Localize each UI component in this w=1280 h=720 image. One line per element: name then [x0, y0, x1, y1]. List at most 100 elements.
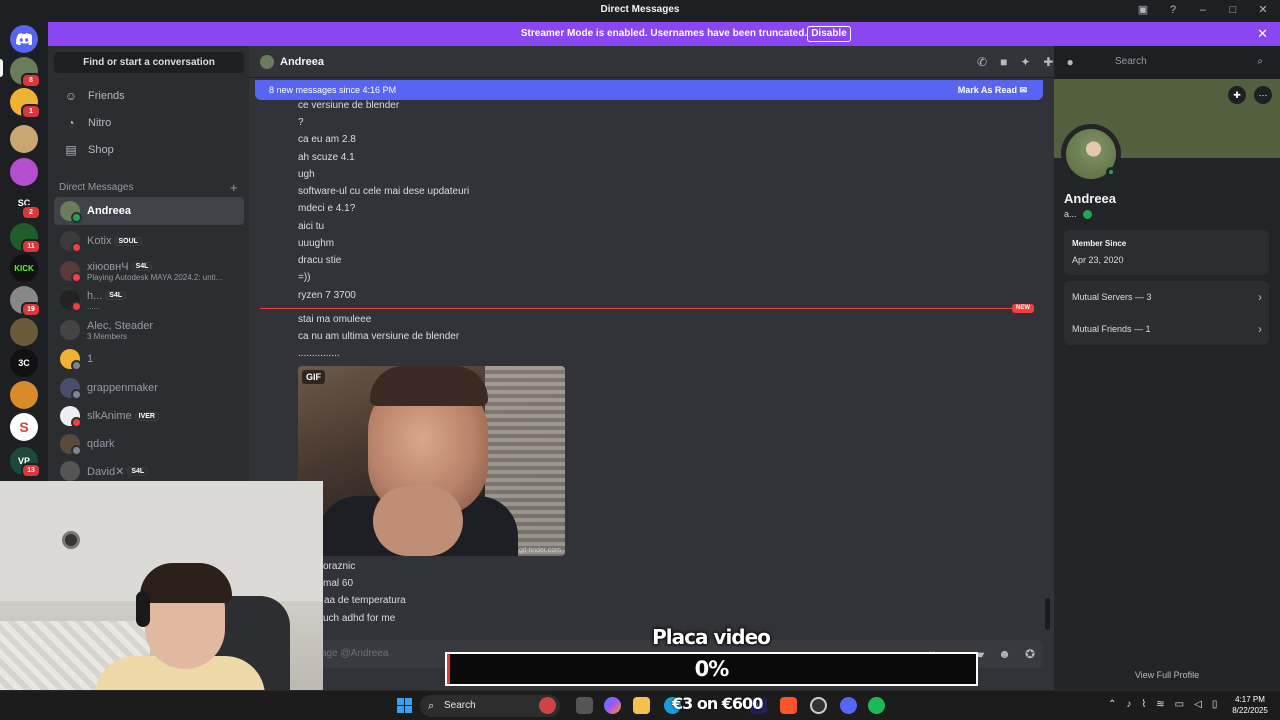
activities-icon[interactable]: ✪: [1025, 647, 1035, 662]
close-icon[interactable]: ✕: [1257, 26, 1268, 42]
message-text: mal 60: [323, 578, 354, 589]
clock[interactable]: 4:17 PM 8/22/2025: [1226, 694, 1274, 716]
mutual-friends-label: Mutual Friends — 1: [1072, 324, 1151, 334]
clan-tag: S4L: [127, 467, 149, 477]
member-since-card: Member Since Apr 23, 2020: [1064, 230, 1269, 275]
webcam-lamp: [62, 531, 80, 549]
emoji-icon[interactable]: ☻: [998, 647, 1011, 662]
wifi-icon[interactable]: ≋: [1156, 699, 1164, 710]
dm-item[interactable]: Andreea: [54, 197, 244, 225]
dm-item[interactable]: slkAnime IVER: [54, 402, 244, 430]
chat-area: Andreea ✆ ■ ✦ ✚ ● Search ⌕ 8 new messages…: [249, 46, 1280, 690]
profile-username: a...: [1064, 209, 1092, 220]
message-text: ah scuze 4.1: [298, 152, 355, 163]
chat-scrollbar[interactable]: [1045, 598, 1050, 630]
search-icon: ⌕: [1257, 56, 1263, 67]
nav-label: Friends: [88, 90, 125, 102]
obs-icon[interactable]: [810, 697, 827, 714]
status-indicator: [71, 272, 82, 283]
nav-shop[interactable]: ▤ Shop: [56, 138, 242, 162]
dm-item[interactable]: xiюoвнЧ S4L Playing Autodesk MAYA 2024.2: …: [54, 257, 244, 285]
guild-avatar[interactable]: KICK: [10, 254, 38, 282]
dm-item[interactable]: Kotix SOUL: [54, 227, 244, 255]
gif-hair: [370, 366, 488, 406]
discord-home-button[interactable]: [10, 25, 38, 53]
chevron-up-icon[interactable]: ⌃: [1108, 699, 1116, 710]
guild-avatar[interactable]: [10, 158, 38, 186]
clan-tag: S4L: [105, 291, 127, 301]
dm-item[interactable]: h... S4L......: [54, 286, 244, 314]
guild-avatar[interactable]: [10, 318, 38, 346]
add-friends-icon[interactable]: ✚: [1043, 55, 1053, 69]
discord-taskbar-icon[interactable]: [840, 697, 857, 714]
guild-avatar[interactable]: 19: [10, 286, 41, 317]
message-text: uuughm: [298, 238, 335, 249]
file-explorer-icon[interactable]: [633, 697, 650, 714]
online-status: [1106, 167, 1116, 177]
webcam-overlay: [0, 481, 323, 690]
gif-attachment[interactable]: GIF gif-finder.com: [298, 366, 565, 556]
taskbar-search-label: Search: [444, 700, 476, 711]
guild-avatar[interactable]: 8: [10, 57, 41, 88]
mark-as-read-label: Mark As Read: [957, 85, 1017, 95]
guild-avatar[interactable]: [10, 381, 38, 409]
dm-item[interactable]: grappenmaker: [54, 374, 244, 402]
video-call-icon[interactable]: ■: [1000, 55, 1007, 69]
new-messages-bar[interactable]: 8 new messages since 4:16 PM Mark As Rea…: [255, 80, 1043, 100]
guild-avatar[interactable]: 11: [10, 223, 41, 254]
help-icon[interactable]: ?: [1166, 3, 1180, 17]
mutual-servers-row[interactable]: Mutual Servers — 3 ›: [1072, 281, 1262, 313]
battery-icon[interactable]: ▯: [1212, 699, 1218, 710]
guild-avatar[interactable]: SC 2: [10, 189, 41, 220]
nav-nitro[interactable]: ◔ Nitro: [56, 111, 242, 135]
guild-avatar[interactable]: 1: [10, 88, 41, 119]
view-full-profile-link[interactable]: View Full Profile: [1054, 670, 1280, 680]
pin-icon[interactable]: ✦: [1020, 55, 1030, 69]
display-icon[interactable]: ▭: [1175, 699, 1184, 710]
minimize-button[interactable]: –: [1196, 3, 1210, 17]
create-dm-icon[interactable]: +: [230, 180, 238, 195]
find-conversation-button[interactable]: Find or start a conversation: [54, 52, 244, 73]
message-text: ca nu am ultima versiune de blender: [298, 331, 460, 342]
mutual-friends-row[interactable]: Mutual Friends — 1 ›: [1072, 313, 1262, 345]
webcam-headphones: [136, 591, 150, 627]
header-actions: ✆ ■ ✦ ✚ ●: [977, 55, 1074, 69]
message-text: ...............: [298, 348, 340, 359]
spotify-icon[interactable]: [868, 697, 885, 714]
maximize-button[interactable]: □: [1226, 3, 1240, 17]
search-input[interactable]: Search ⌕: [1109, 52, 1269, 72]
unread-badge: 19: [21, 302, 41, 317]
guild-avatar[interactable]: 3C: [10, 349, 38, 377]
dm-item[interactable]: 1: [54, 345, 244, 373]
guild-avatar[interactable]: S: [10, 413, 38, 441]
copilot-icon[interactable]: [604, 697, 621, 714]
dm-item[interactable]: Alec, Steader 3 Members: [54, 316, 244, 344]
app-icon[interactable]: [539, 697, 556, 714]
message-text: dracu stie: [298, 255, 342, 266]
nav-friends[interactable]: ☺ Friends: [56, 84, 242, 108]
network-icon[interactable]: ⌇: [1141, 699, 1146, 710]
dm-text: Kotix SOUL: [87, 235, 142, 247]
more-options-icon[interactable]: ⋯: [1254, 86, 1272, 104]
call-icon[interactable]: ✆: [977, 55, 987, 69]
dm-text: xiюoвнЧ S4L Playing Autodesk MAYA 2024.2: …: [87, 261, 222, 282]
mark-as-read-button[interactable]: Mark As Read ✉: [958, 85, 1027, 96]
guild-avatar[interactable]: VP 13: [10, 447, 41, 478]
start-button[interactable]: [397, 698, 412, 713]
volume-icon[interactable]: ♪: [1126, 699, 1131, 710]
user-profile-icon[interactable]: ●: [1066, 55, 1073, 69]
donation-ad-text: €3 on €600: [672, 694, 763, 713]
dm-item[interactable]: qdark: [54, 430, 244, 458]
message-text: aici tu: [298, 221, 325, 232]
nitro-icon: ◔: [67, 116, 75, 130]
disable-button[interactable]: Disable: [807, 26, 851, 42]
dm-text: Andreea: [87, 205, 131, 217]
message-text: ryzen 7 3700: [298, 290, 356, 301]
speaker-icon[interactable]: ◁: [1194, 699, 1202, 710]
inbox-icon[interactable]: ▣: [1136, 3, 1150, 17]
close-window-button[interactable]: ✕: [1256, 3, 1270, 17]
guild-avatar[interactable]: [10, 125, 38, 153]
task-view-icon[interactable]: [576, 697, 593, 714]
brave-icon[interactable]: [780, 697, 797, 714]
add-friend-icon[interactable]: ✚: [1228, 86, 1246, 104]
